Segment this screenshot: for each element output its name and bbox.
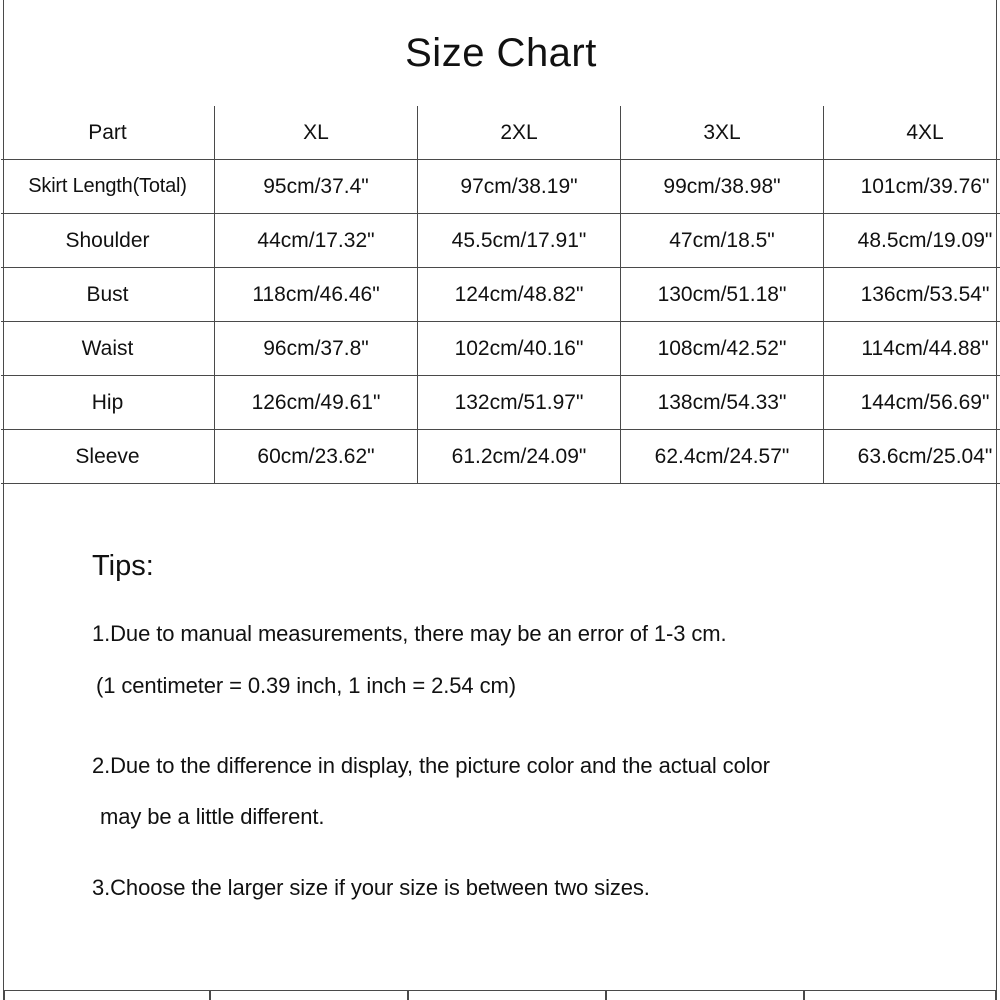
cell-hip-xl: 126cm/49.61" [214, 375, 418, 430]
column-header-xl: XL [214, 106, 418, 160]
row-label-skirt-length: Skirt Length(Total) [1, 159, 215, 214]
table-body: Part XL 2XL 3XL 4XL Skirt Length(Total) … [1, 106, 1000, 484]
page-title: Size Chart [405, 31, 597, 75]
column-header-2xl: 2XL [417, 106, 621, 160]
tip-item-1: 1.Due to manual measurements, there may … [92, 621, 727, 646]
cell-bust-3xl: 130cm/51.18" [620, 267, 824, 322]
size-measurements-table: Part XL 2XL 3XL 4XL Skirt Length(Total) … [1, 106, 1000, 484]
column-header-4xl: 4XL [823, 106, 1000, 160]
table-row: Hip 126cm/49.61" 132cm/51.97" 138cm/54.3… [1, 375, 1000, 430]
cell-bust-4xl: 136cm/53.54" [823, 267, 1000, 322]
cell-skirt-length-4xl: 101cm/39.76" [823, 159, 1000, 214]
cell-hip-3xl: 138cm/54.33" [620, 375, 824, 430]
next-table-tick-right [995, 991, 997, 1000]
chart-frame: Size Chart Part XL 2XL 3XL 4XL Skirt Len… [1, 0, 1000, 991]
table-header-row: Part XL 2XL 3XL 4XL [1, 106, 1000, 160]
column-header-part: Part [1, 106, 215, 160]
cell-shoulder-3xl: 47cm/18.5" [620, 213, 824, 268]
tip-item-2-continued: may be a little different. [100, 804, 325, 829]
column-header-3xl: 3XL [620, 106, 824, 160]
row-label-bust: Bust [1, 267, 215, 322]
row-label-hip: Hip [1, 375, 215, 430]
cell-waist-2xl: 102cm/40.16" [417, 321, 621, 376]
next-table-tick-4 [803, 991, 805, 1000]
next-table-tick-left [3, 991, 5, 1000]
next-table-tick-2 [407, 991, 409, 1000]
tips-heading: Tips: [92, 550, 154, 582]
row-label-waist: Waist [1, 321, 215, 376]
cell-hip-4xl: 144cm/56.69" [823, 375, 1000, 430]
row-label-shoulder: Shoulder [1, 213, 215, 268]
table-row: Bust 118cm/46.46" 124cm/48.82" 130cm/51.… [1, 267, 1000, 322]
cell-skirt-length-2xl: 97cm/38.19" [417, 159, 621, 214]
cell-sleeve-4xl: 63.6cm/25.04" [823, 429, 1000, 484]
cell-waist-xl: 96cm/37.8" [214, 321, 418, 376]
cell-shoulder-2xl: 45.5cm/17.91" [417, 213, 621, 268]
cell-sleeve-2xl: 61.2cm/24.09" [417, 429, 621, 484]
title-area: Size Chart [4, 0, 998, 106]
cell-shoulder-4xl: 48.5cm/19.09" [823, 213, 1000, 268]
table-row: Sleeve 60cm/23.62" 61.2cm/24.09" 62.4cm/… [1, 429, 1000, 484]
table-row: Skirt Length(Total) 95cm/37.4" 97cm/38.1… [1, 159, 1000, 214]
tip-item-3: 3.Choose the larger size if your size is… [92, 875, 650, 900]
size-chart-page: Size Chart Part XL 2XL 3XL 4XL Skirt Len… [0, 0, 1000, 1000]
cell-hip-2xl: 132cm/51.97" [417, 375, 621, 430]
cell-shoulder-xl: 44cm/17.32" [214, 213, 418, 268]
cell-bust-xl: 118cm/46.46" [214, 267, 418, 322]
cell-sleeve-xl: 60cm/23.62" [214, 429, 418, 484]
table-row: Shoulder 44cm/17.32" 45.5cm/17.91" 47cm/… [1, 213, 1000, 268]
table-row: Waist 96cm/37.8" 102cm/40.16" 108cm/42.5… [1, 321, 1000, 376]
cell-waist-3xl: 108cm/42.52" [620, 321, 824, 376]
row-label-sleeve: Sleeve [1, 429, 215, 484]
cell-sleeve-3xl: 62.4cm/24.57" [620, 429, 824, 484]
cell-bust-2xl: 124cm/48.82" [417, 267, 621, 322]
next-table-tick-3 [605, 991, 607, 1000]
tip-item-2: 2.Due to the difference in display, the … [92, 753, 770, 778]
cell-skirt-length-xl: 95cm/37.4" [214, 159, 418, 214]
next-table-tick-1 [209, 991, 211, 1000]
cell-waist-4xl: 114cm/44.88" [823, 321, 1000, 376]
cell-skirt-length-3xl: 99cm/38.98" [620, 159, 824, 214]
next-table-top-edge [0, 991, 1000, 1000]
tip-item-1-conversion: (1 centimeter = 0.39 inch, 1 inch = 2.54… [96, 673, 516, 698]
